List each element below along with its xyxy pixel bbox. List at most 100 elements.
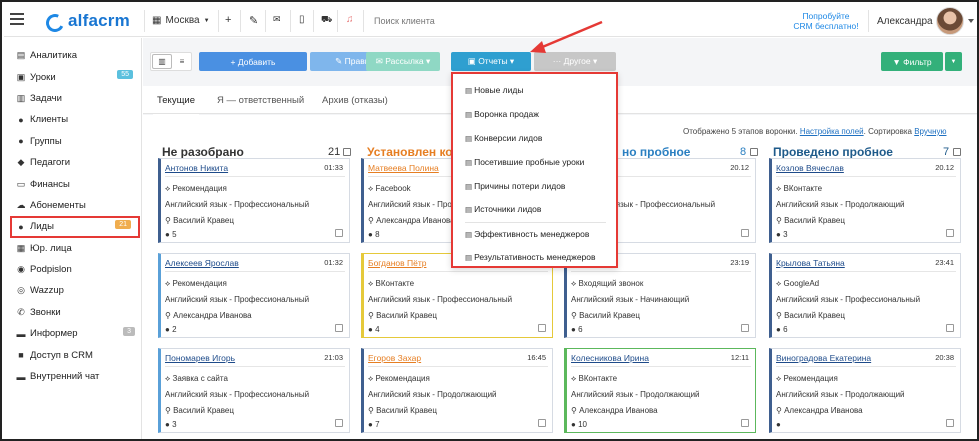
- lead-name[interactable]: Виноградова Екатерина: [776, 353, 871, 363]
- menu-item-lead-sources[interactable]: ▤ Источники лидов: [465, 204, 541, 214]
- pin-icon: ⚲: [776, 216, 785, 225]
- lead-card[interactable]: Пономарев Игорь 21:03 ⟡ Заявка с сайта Англ…: [158, 348, 350, 433]
- lead-card[interactable]: Виноградова Екатерина 20:38 ⟡ Рекомендация…: [769, 348, 961, 433]
- lead-name[interactable]: Пономарев Игорь: [165, 353, 235, 363]
- chat-icon: ▬: [16, 371, 26, 382]
- lead-card[interactable]: Егоров Захар 16:45 ⟡ Рекомендация Английски…: [361, 348, 553, 433]
- city-selector[interactable]: ▦ Москва ▼: [152, 15, 210, 26]
- lead-source: ⟡ Входящий звонок: [571, 279, 643, 289]
- card-checkbox[interactable]: [335, 419, 343, 427]
- lead-name[interactable]: Антонов Никита: [165, 163, 228, 173]
- column-checkbox[interactable]: [750, 148, 758, 156]
- user-name[interactable]: Александра: [877, 16, 933, 27]
- menu-item-trial-visitors[interactable]: ▤ Посетившие пробные уроки: [465, 157, 584, 167]
- sidebar-item-finance[interactable]: ▭ Финансы: [4, 173, 141, 194]
- list-view-icon[interactable]: ≡: [173, 53, 191, 70]
- menu-item-conversions[interactable]: ▤ Конверсии лидов: [465, 133, 542, 143]
- menu-item-new-leads[interactable]: ▤ Новые лиды: [465, 85, 523, 95]
- lead-card[interactable]: Алексеев Ярослав 01:32 ⟡ Рекомендация Англи…: [158, 253, 350, 338]
- sidebar-item-lessons[interactable]: ▣ Уроки 55: [4, 66, 141, 87]
- promo-link[interactable]: Попробуйте CRM бесплатно!: [788, 11, 864, 31]
- search-input[interactable]: Поиск клиента: [374, 16, 435, 26]
- lead-name[interactable]: Матвеева Полина: [368, 163, 439, 173]
- column-title: Не разобрано: [162, 145, 244, 159]
- column-checkbox[interactable]: [953, 148, 961, 156]
- bell-icon[interactable]: ♫: [346, 14, 354, 25]
- card-checkbox[interactable]: [538, 324, 546, 332]
- lead-name[interactable]: Козлов Вячеслав: [776, 163, 844, 173]
- avatar[interactable]: [936, 7, 964, 35]
- card-checkbox[interactable]: [335, 229, 343, 237]
- card-checkbox[interactable]: [741, 324, 749, 332]
- sort-manual-link[interactable]: Вручную: [914, 127, 946, 136]
- card-divider: [776, 271, 956, 272]
- sidebar-item-analytics[interactable]: ▤ Аналитика: [4, 45, 141, 66]
- lead-name[interactable]: Богданов Пётр: [368, 258, 426, 268]
- lead-card[interactable]: Козлов Вячеслав 20.12 ⟡ ВКонтакте Английски…: [769, 158, 961, 243]
- sidebar-item-tasks[interactable]: ▥ Задачи: [4, 88, 141, 109]
- lead-name[interactable]: Алексеев Ярослав: [165, 258, 239, 268]
- mobile-icon[interactable]: ▯: [299, 14, 305, 25]
- chevron-down-icon[interactable]: [968, 19, 974, 23]
- lead-card[interactable]: Колесникова Ирина 12:11 ⟡ ВКонтакте Английс…: [564, 348, 756, 433]
- wrench-icon[interactable]: ✎: [249, 14, 258, 27]
- sidebar-item-wazzup[interactable]: ◎ Wazzup: [4, 280, 141, 301]
- tab-responsible[interactable]: Я — ответственный: [217, 95, 304, 106]
- board-info-sort: . Сортировка: [863, 127, 912, 136]
- menu-item-sales-funnel[interactable]: ▤ Воронка продаж: [465, 109, 539, 119]
- tab-archive[interactable]: Архив (отказы): [322, 95, 388, 106]
- menu-item-manager-efficiency[interactable]: ▤ Эффективность менеджеров: [465, 229, 589, 239]
- add-button[interactable]: + Добавить: [199, 52, 307, 71]
- sidebar-item-legal[interactable]: ▦ Юр. лица: [4, 238, 141, 259]
- card-checkbox[interactable]: [335, 324, 343, 332]
- lead-name[interactable]: Колесникова Ирина: [571, 353, 649, 363]
- lead-comments: ●: [776, 420, 781, 429]
- sidebar-item-informer[interactable]: ▬ Информер 3: [4, 323, 141, 344]
- logo[interactable]: alfacrm: [44, 10, 130, 32]
- menu-item-loss-reasons[interactable]: ▤ Причины потери лидов: [465, 181, 565, 191]
- sidebar-item-label: Podpislon: [30, 264, 72, 276]
- report-icon: ▤: [465, 109, 473, 119]
- lead-source: ⟡ Рекомендация: [368, 374, 430, 384]
- lead-comments-count: 5: [172, 230, 177, 239]
- lead-name[interactable]: Крылова Татьяна: [776, 258, 845, 268]
- sidebar-item-chat[interactable]: ▬ Внутренний чат: [4, 366, 141, 387]
- sidebar-item-groups[interactable]: ● Группы: [4, 131, 141, 152]
- plus-icon[interactable]: +: [225, 14, 231, 26]
- menu-icon[interactable]: [10, 13, 24, 25]
- filter-dropdown-button[interactable]: ▼: [945, 52, 962, 71]
- report-icon: ▤: [465, 204, 473, 214]
- sidebar-item-podpislon[interactable]: ◉ Podpislon: [4, 259, 141, 280]
- lead-source: ⟡ Facebook: [368, 184, 411, 194]
- field-settings-link[interactable]: Настройка полей: [800, 127, 864, 136]
- card-checkbox[interactable]: [946, 419, 954, 427]
- card-checkbox[interactable]: [538, 419, 546, 427]
- envelope-icon[interactable]: ✉: [273, 14, 281, 25]
- lead-teacher-text: Александра Иванова: [376, 216, 455, 225]
- cart-icon[interactable]: ⛟: [321, 14, 332, 26]
- card-checkbox[interactable]: [741, 419, 749, 427]
- lead-card[interactable]: Антонов Никита 01:33 ⟡ Рекомендация Английс…: [158, 158, 350, 243]
- other-button[interactable]: ··· Другое ▾: [534, 52, 616, 71]
- sidebar-item-access[interactable]: ■ Доступ в CRM: [4, 344, 141, 365]
- mailing-button[interactable]: ✉ Рассылка ▾: [366, 52, 440, 71]
- sidebar-item-subscriptions[interactable]: ☁ Абонементы: [4, 195, 141, 216]
- board-view-icon[interactable]: ▥: [152, 54, 172, 69]
- card-checkbox[interactable]: [946, 229, 954, 237]
- sidebar-item-teachers[interactable]: ◆ Педагоги: [4, 152, 141, 173]
- lead-name[interactable]: Егоров Захар: [368, 353, 421, 363]
- tab-current[interactable]: Текущие: [153, 95, 199, 116]
- lead-card[interactable]: Крылова Татьяна 23:41 ⟡ GoogleAd Английский…: [769, 253, 961, 338]
- reports-button[interactable]: ▣ Отчеты ▾: [451, 52, 531, 71]
- sidebar-item-clients[interactable]: ● Клиенты: [4, 109, 141, 130]
- filter-button[interactable]: ▼ Фильтр: [881, 52, 943, 71]
- view-toggle[interactable]: ▥ ≡: [150, 52, 192, 71]
- sidebar-item-calls[interactable]: ✆ Звонки: [4, 302, 141, 323]
- card-checkbox[interactable]: [741, 229, 749, 237]
- comment-icon: ●: [571, 325, 579, 334]
- card-checkbox[interactable]: [946, 324, 954, 332]
- column-title: Проведено пробное: [773, 145, 893, 159]
- menu-item-manager-results[interactable]: ▤ Результативность менеджеров: [465, 252, 596, 262]
- divider: [337, 10, 338, 32]
- column-checkbox[interactable]: [343, 148, 351, 156]
